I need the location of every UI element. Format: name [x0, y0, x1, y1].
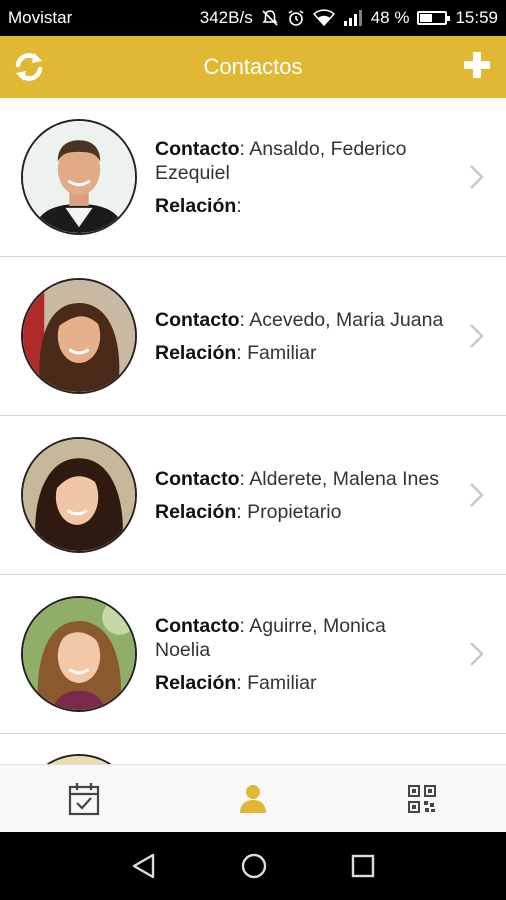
contact-row[interactable]: Contacto: Aguirre, Monica Noelia Relació…	[0, 575, 506, 734]
tab-contacts[interactable]	[169, 765, 338, 832]
qr-code-icon	[407, 784, 436, 813]
contact-row[interactable]: Contacto: Alderete, Malena Ines Relación…	[0, 416, 506, 575]
contact-label: Contacto	[155, 137, 240, 160]
home-icon[interactable]	[240, 852, 268, 880]
contact-info: Contacto: Acevedo, Maria Juana Relación:…	[155, 308, 444, 364]
refresh-icon[interactable]	[12, 50, 46, 84]
contact-info: Contacto: Alderete, Malena Ines Relación…	[155, 467, 439, 523]
contact-info: Contacto: Ansaldo, Federico Ezequiel Rel…	[155, 137, 407, 217]
tab-calendar[interactable]	[0, 765, 169, 832]
avatar	[21, 754, 137, 764]
contact-list: Contacto: Ansaldo, Federico Ezequiel Rel…	[0, 98, 506, 764]
relation-label: Relación	[155, 500, 237, 523]
relation-value: Familiar	[247, 671, 317, 694]
relation-label: Relación	[155, 194, 237, 217]
system-nav-bar	[0, 832, 506, 900]
status-icons: 342B/s 48 % 15:59	[200, 8, 498, 28]
mute-icon	[262, 10, 278, 26]
avatar	[21, 119, 137, 235]
contact-label: Contacto	[155, 308, 240, 331]
contact-row[interactable]: Contacto: Acevedo, Maria Juana Relación:…	[0, 257, 506, 416]
relation-label: Relación	[155, 341, 237, 364]
contact-label: Contacto	[155, 467, 240, 490]
avatar	[21, 596, 137, 712]
app-bar: Contactos	[0, 36, 506, 98]
battery-icon	[417, 11, 451, 25]
chevron-right-icon	[470, 642, 484, 666]
carrier-name: Movistar	[8, 8, 73, 27]
add-icon[interactable]	[462, 50, 492, 80]
page-title: Contactos	[203, 54, 303, 79]
contact-row[interactable]	[0, 734, 506, 764]
relation-label: Relación	[155, 671, 237, 694]
relation-value: Familiar	[247, 341, 317, 364]
person-icon	[240, 784, 266, 813]
chevron-right-icon	[470, 324, 484, 348]
tab-qr[interactable]	[337, 765, 506, 832]
contact-row[interactable]: Contacto: Ansaldo, Federico Ezequiel Rel…	[0, 98, 506, 257]
battery-percent: 48 %	[370, 8, 410, 27]
status-bar: Movistar 342B/s 48 % 15:59	[0, 0, 506, 36]
net-speed: 342B/s	[199, 8, 253, 27]
clock: 15:59	[455, 8, 498, 27]
bottom-tab-bar	[0, 764, 506, 832]
relation-value: Propietario	[247, 500, 342, 523]
back-icon[interactable]	[131, 852, 157, 880]
contact-name: Acevedo, Maria Juana	[249, 308, 444, 331]
contact-info: Contacto: Aguirre, Monica Noelia Relació…	[155, 614, 386, 694]
wifi-icon	[312, 9, 335, 27]
chevron-right-icon	[470, 483, 484, 507]
signal-icon	[343, 10, 362, 26]
contact-label: Contacto	[155, 614, 240, 637]
contact-name: Alderete, Malena Ines	[249, 467, 439, 490]
chevron-right-icon	[470, 165, 484, 189]
recents-icon[interactable]	[351, 854, 375, 878]
avatar	[21, 437, 137, 553]
avatar	[21, 278, 137, 394]
alarm-icon	[288, 10, 304, 26]
calendar-icon	[69, 782, 100, 815]
